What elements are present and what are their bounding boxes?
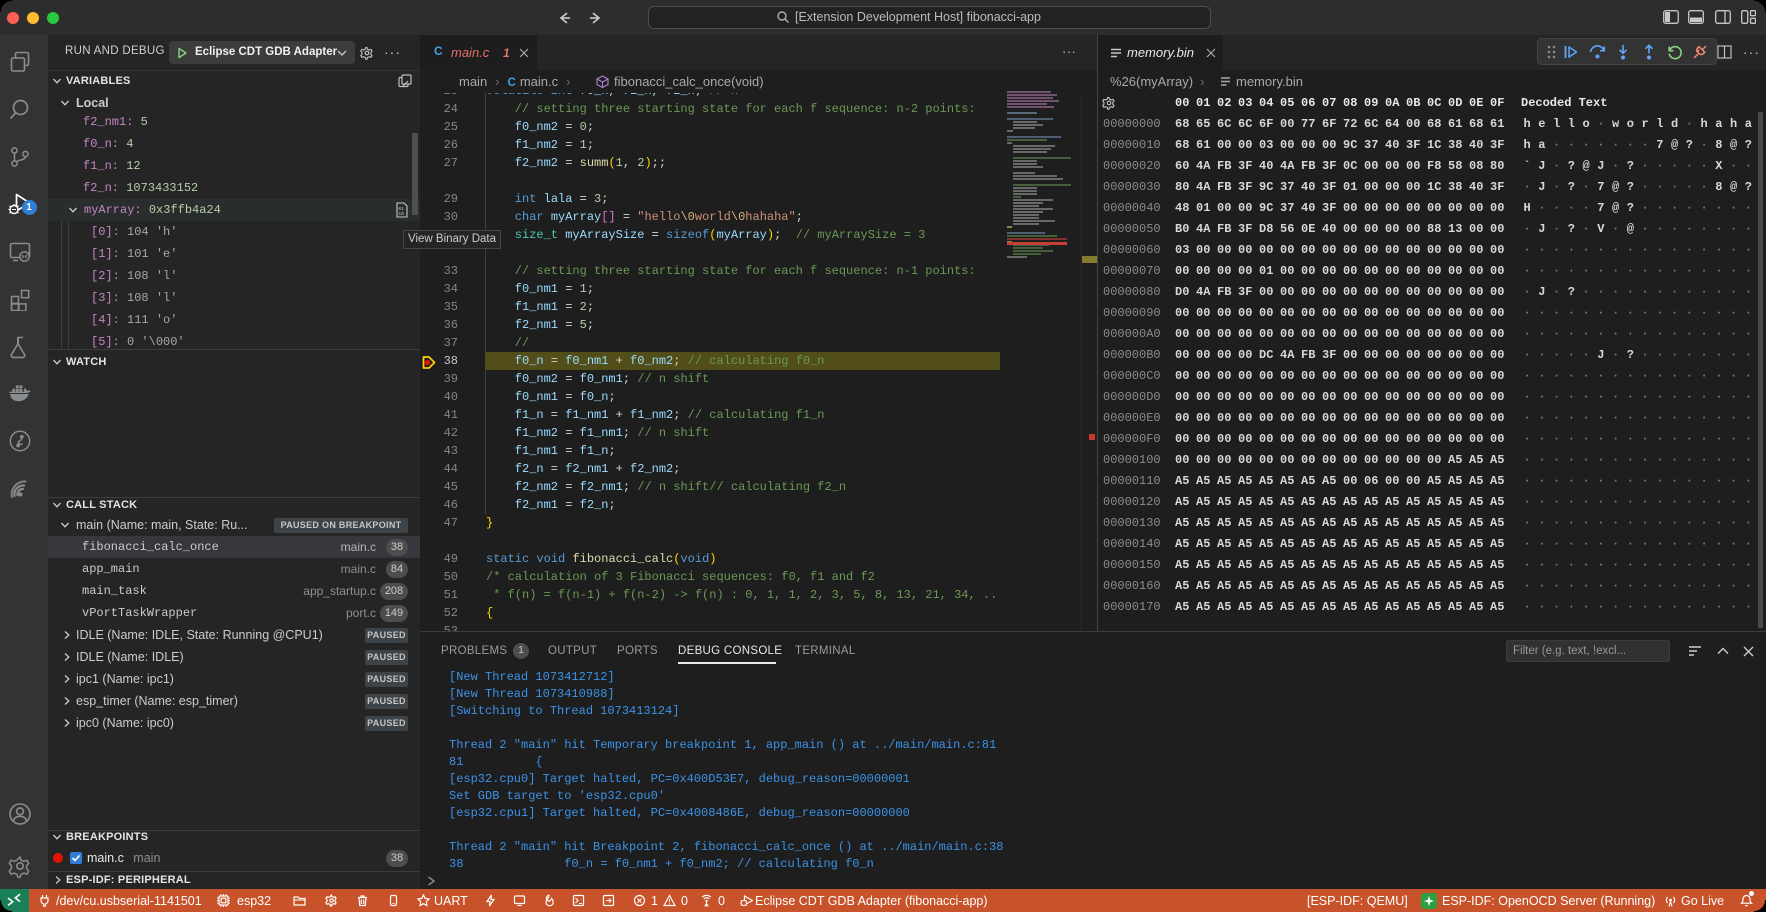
- svg-text:10: 10: [398, 211, 404, 217]
